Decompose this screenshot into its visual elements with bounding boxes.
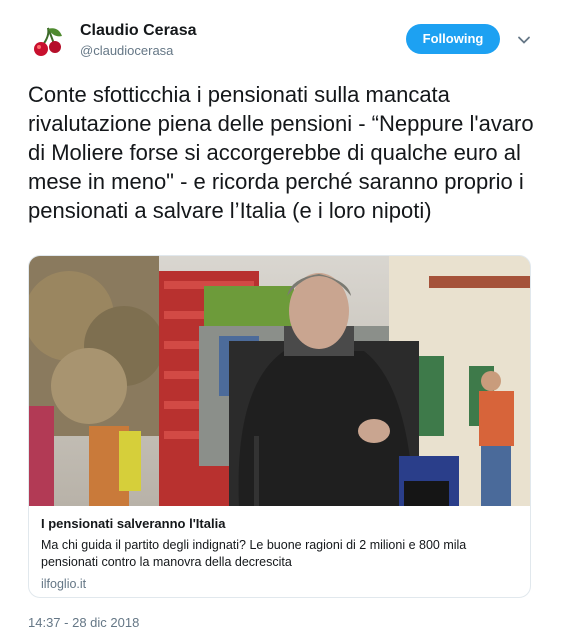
link-card[interactable]: I pensionati salveranno l'Italia Ma chi …: [28, 255, 531, 598]
tweet-timestamp[interactable]: 14:37 - 28 dic 2018: [28, 615, 139, 630]
user-handle[interactable]: @claudiocerasa: [80, 43, 196, 58]
card-description: Ma chi guida il partito degli indignati?…: [41, 538, 467, 569]
card-image: [29, 256, 530, 506]
card-title[interactable]: I pensionati salveranno l'Italia: [41, 516, 521, 531]
tweet-text: Conte sfotticchia i pensionati sulla man…: [28, 82, 534, 223]
card-domain: ilfoglio.it: [41, 577, 87, 591]
cherry-icon: [34, 27, 62, 56]
following-button[interactable]: Following: [406, 24, 500, 54]
chevron-down-icon[interactable]: [516, 32, 532, 48]
tweet-header: Claudio Cerasa @claudiocerasa Following: [28, 18, 544, 68]
card-body: I pensionati salveranno l'Italia Ma chi …: [41, 516, 521, 591]
user-info: Claudio Cerasa @claudiocerasa: [80, 22, 196, 58]
display-name[interactable]: Claudio Cerasa: [80, 22, 196, 40]
avatar[interactable]: [28, 20, 68, 60]
